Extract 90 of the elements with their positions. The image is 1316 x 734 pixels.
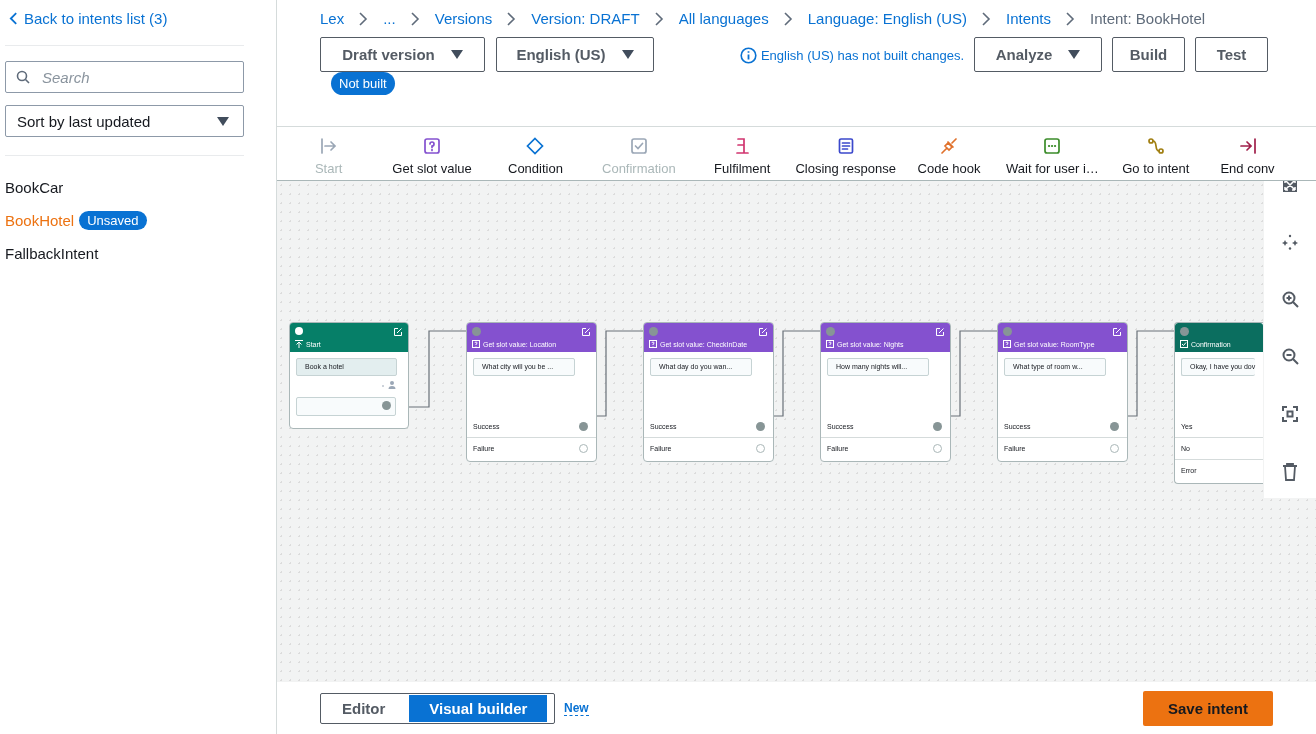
- block-icon: [629, 137, 648, 155]
- search-icon: [16, 70, 30, 84]
- output-port[interactable]: [579, 444, 588, 453]
- breadcrumb-link[interactable]: Version: DRAFT: [531, 10, 640, 27]
- node-type-icon: [1003, 340, 1011, 348]
- back-link[interactable]: Back to intents list (3): [9, 10, 168, 27]
- breadcrumb-link[interactable]: All languages: [678, 10, 769, 27]
- user-icon: [382, 381, 396, 389]
- output-port[interactable]: [1110, 422, 1119, 431]
- breadcrumb-link[interactable]: Intents: [1005, 10, 1051, 27]
- status-badge: Unsaved: [79, 211, 147, 230]
- output-port[interactable]: [1110, 444, 1119, 453]
- edit-icon[interactable]: [1113, 328, 1121, 336]
- node-type-icon: [295, 340, 303, 348]
- output-port[interactable]: [382, 401, 391, 410]
- delete-icon[interactable]: [1282, 463, 1298, 481]
- breadcrumb-current[interactable]: Intent: BookHotel: [1090, 10, 1206, 27]
- block-icon: [733, 137, 752, 155]
- intent-link[interactable]: BookCar: [5, 179, 64, 196]
- palette-item[interactable]: End conv: [1207, 127, 1288, 180]
- node-type-icon: [472, 340, 480, 348]
- info-message: English (US) has not built changes.: [760, 48, 964, 63]
- edit-icon[interactable]: [394, 328, 402, 336]
- chevron-right-icon: [410, 11, 420, 26]
- edit-icon[interactable]: [582, 328, 590, 336]
- edit-icon[interactable]: [936, 328, 944, 336]
- breadcrumb-link[interactable]: ...: [383, 10, 396, 27]
- chevron-right-icon: [783, 11, 793, 26]
- start-dot-icon: [295, 327, 303, 335]
- edit-icon[interactable]: [759, 328, 767, 336]
- focus-icon[interactable]: [1282, 406, 1298, 423]
- block-icon: [319, 137, 338, 155]
- search-field[interactable]: Search: [5, 61, 244, 93]
- block-icon: [526, 137, 545, 155]
- block-icon: [1043, 137, 1062, 155]
- language-dropdown[interactable]: English (US): [496, 37, 654, 72]
- chevron-right-icon: [981, 11, 991, 26]
- info-icon: [739, 47, 757, 64]
- status-badge: Not built: [331, 72, 395, 95]
- breadcrumb-link[interactable]: Lex: [320, 10, 345, 27]
- intent-link[interactable]: FallbackIntent: [5, 245, 99, 262]
- palette-item[interactable]: Code hook: [897, 127, 1001, 180]
- zoom-out-icon[interactable]: [1281, 348, 1299, 366]
- chevron-right-icon: [654, 11, 664, 26]
- palette-item[interactable]: Condition: [483, 127, 588, 180]
- chevron-right-icon: [507, 11, 517, 26]
- caret-icon: [621, 50, 634, 59]
- test-button[interactable]: Test: [1195, 37, 1268, 72]
- sort-dropdown[interactable]: Sort by last updated: [5, 105, 244, 137]
- block-icon: [423, 137, 442, 155]
- input-port[interactable]: [1180, 327, 1189, 336]
- chevron-right-icon: [359, 11, 369, 26]
- input-port[interactable]: [1003, 327, 1012, 336]
- block-icon: [940, 137, 959, 155]
- caret-icon: [1068, 50, 1081, 59]
- block-icon: [1238, 137, 1257, 155]
- palette-item[interactable]: Go to intent: [1104, 127, 1208, 180]
- output-port[interactable]: [579, 422, 588, 431]
- output-port[interactable]: [933, 422, 942, 431]
- node-type-icon: [649, 340, 657, 348]
- mode-tab[interactable]: Visual builder: [409, 694, 548, 722]
- input-port[interactable]: [472, 327, 481, 336]
- output-port[interactable]: [756, 422, 765, 431]
- node-type-icon: [826, 340, 834, 348]
- chevron-right-icon: [1066, 11, 1075, 26]
- input-port[interactable]: [826, 327, 835, 336]
- version-dropdown[interactable]: Draft version: [320, 37, 485, 72]
- output-port[interactable]: [933, 444, 942, 453]
- chevron-left-icon: [9, 12, 18, 25]
- palette-item[interactable]: Fulfilment: [690, 127, 794, 180]
- fit-screen-icon[interactable]: [1282, 181, 1298, 193]
- breadcrumb-link[interactable]: Language: English (US): [807, 10, 967, 27]
- new-link[interactable]: New: [564, 700, 589, 716]
- block-icon: [836, 137, 855, 155]
- response-bubble[interactable]: [296, 397, 396, 416]
- block-icon: [1146, 137, 1165, 155]
- palette-item[interactable]: Closing response: [793, 127, 898, 180]
- input-port[interactable]: [649, 327, 658, 336]
- auto-layout-icon[interactable]: [1281, 233, 1299, 250]
- analyze-button[interactable]: Analyze: [974, 37, 1102, 72]
- node-type-icon: [1180, 340, 1188, 348]
- build-button[interactable]: Build: [1112, 37, 1185, 72]
- palette-item[interactable]: Get slot value: [380, 127, 484, 180]
- save-intent-button[interactable]: Save intent: [1143, 690, 1273, 726]
- zoom-in-icon[interactable]: [1281, 290, 1299, 308]
- palette-item[interactable]: Wait for user i…: [1000, 127, 1105, 180]
- output-port[interactable]: [756, 444, 765, 453]
- caret-icon: [217, 116, 229, 126]
- breadcrumb-link[interactable]: Versions: [434, 10, 493, 27]
- caret-icon: [450, 50, 463, 59]
